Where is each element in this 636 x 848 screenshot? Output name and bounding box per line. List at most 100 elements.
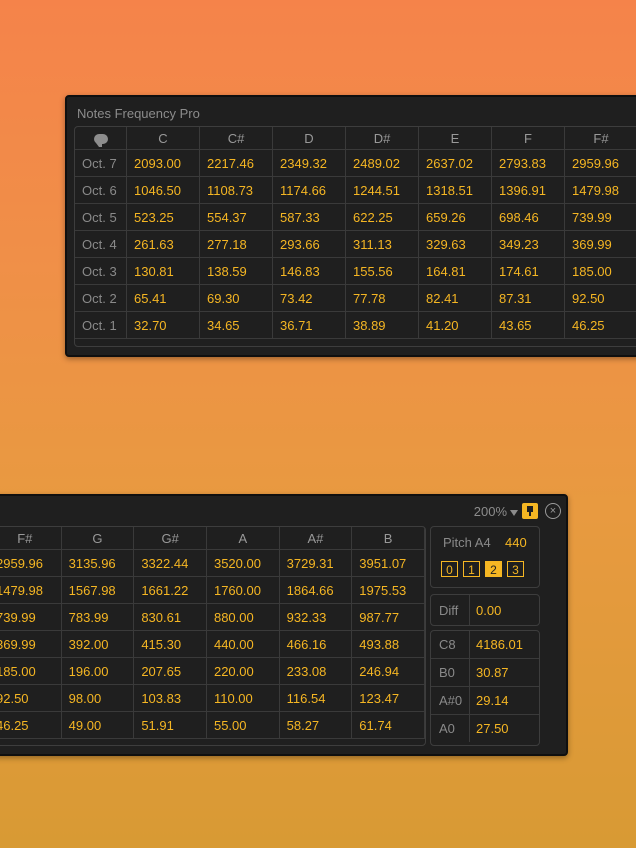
frequency-cell[interactable]: 32.70 — [126, 311, 200, 339]
frequency-cell[interactable]: 349.23 — [491, 230, 565, 258]
frequency-cell[interactable]: 123.47 — [351, 684, 425, 712]
pin-icon[interactable] — [522, 503, 538, 519]
octave-button-3[interactable]: 3 — [507, 561, 524, 577]
frequency-cell[interactable]: 246.94 — [351, 657, 425, 685]
frequency-cell[interactable]: 329.63 — [418, 230, 492, 258]
frequency-cell[interactable]: 1760.00 — [206, 576, 280, 604]
frequency-cell[interactable]: 3520.00 — [206, 549, 280, 577]
frequency-cell[interactable]: 1479.98 — [564, 176, 636, 204]
frequency-cell[interactable]: 523.25 — [126, 203, 200, 231]
frequency-cell[interactable]: 155.56 — [345, 257, 419, 285]
frequency-cell[interactable]: 2793.83 — [491, 149, 565, 177]
frequency-cell[interactable]: 220.00 — [206, 657, 280, 685]
frequency-cell[interactable]: 1174.66 — [272, 176, 346, 204]
frequency-cell[interactable]: 92.50 — [564, 284, 636, 312]
frequency-cell[interactable]: 369.99 — [564, 230, 636, 258]
frequency-cell[interactable]: 73.42 — [272, 284, 346, 312]
frequency-cell[interactable]: 3729.31 — [279, 549, 353, 577]
frequency-cell[interactable]: 77.78 — [345, 284, 419, 312]
frequency-cell[interactable]: 36.71 — [272, 311, 346, 339]
frequency-cell[interactable]: 207.65 — [133, 657, 207, 685]
frequency-cell[interactable]: 69.30 — [199, 284, 273, 312]
frequency-cell[interactable]: 466.16 — [279, 630, 353, 658]
frequency-cell[interactable]: 587.33 — [272, 203, 346, 231]
frequency-cell[interactable]: 65.41 — [126, 284, 200, 312]
zoom-dropdown[interactable]: 200% — [474, 504, 518, 519]
frequency-cell[interactable]: 622.25 — [345, 203, 419, 231]
frequency-cell[interactable]: 415.30 — [133, 630, 207, 658]
frequency-cell[interactable]: 3322.44 — [133, 549, 207, 577]
frequency-cell[interactable]: 932.33 — [279, 603, 353, 631]
frequency-cell[interactable]: 55.00 — [206, 711, 280, 739]
frequency-cell[interactable]: 830.61 — [133, 603, 207, 631]
frequency-cell[interactable]: 1108.73 — [199, 176, 273, 204]
frequency-cell[interactable]: 61.74 — [351, 711, 425, 739]
frequency-cell[interactable]: 3135.96 — [61, 549, 135, 577]
frequency-cell[interactable]: 440.00 — [206, 630, 280, 658]
frequency-cell[interactable]: 2093.00 — [126, 149, 200, 177]
frequency-cell[interactable]: 185.00 — [564, 257, 636, 285]
pitch-value-input[interactable]: 440 — [505, 535, 527, 550]
octave-button-1[interactable]: 1 — [463, 561, 480, 577]
frequency-cell[interactable]: 2217.46 — [199, 149, 273, 177]
frequency-cell[interactable]: 196.00 — [61, 657, 135, 685]
frequency-cell[interactable]: 49.00 — [61, 711, 135, 739]
frequency-cell[interactable]: 261.63 — [126, 230, 200, 258]
frequency-cell[interactable]: 38.89 — [345, 311, 419, 339]
frequency-cell[interactable]: 138.59 — [199, 257, 273, 285]
frequency-cell[interactable]: 1661.22 — [133, 576, 207, 604]
frequency-cell[interactable]: 783.99 — [61, 603, 135, 631]
frequency-cell[interactable]: 1046.50 — [126, 176, 200, 204]
frequency-cell[interactable]: 43.65 — [491, 311, 565, 339]
frequency-cell[interactable]: 130.81 — [126, 257, 200, 285]
frequency-cell[interactable]: 1479.98 — [0, 576, 62, 604]
frequency-cell[interactable]: 103.83 — [133, 684, 207, 712]
frequency-cell[interactable]: 92.50 — [0, 684, 62, 712]
frequency-cell[interactable]: 233.08 — [279, 657, 353, 685]
frequency-cell[interactable]: 46.25 — [564, 311, 636, 339]
frequency-cell[interactable]: 58.27 — [279, 711, 353, 739]
frequency-cell[interactable]: 2959.96 — [564, 149, 636, 177]
frequency-cell[interactable]: 82.41 — [418, 284, 492, 312]
frequency-cell[interactable]: 3951.07 — [351, 549, 425, 577]
frequency-cell[interactable]: 493.88 — [351, 630, 425, 658]
frequency-cell[interactable]: 34.65 — [199, 311, 273, 339]
frequency-cell[interactable]: 1567.98 — [61, 576, 135, 604]
frequency-cell[interactable]: 185.00 — [0, 657, 62, 685]
frequency-cell[interactable]: 174.61 — [491, 257, 565, 285]
frequency-cell[interactable]: 2349.32 — [272, 149, 346, 177]
frequency-cell[interactable]: 987.77 — [351, 603, 425, 631]
frequency-cell[interactable]: 293.66 — [272, 230, 346, 258]
comment-bubble-icon[interactable] — [75, 127, 127, 150]
frequency-cell[interactable]: 392.00 — [61, 630, 135, 658]
frequency-cell[interactable]: 1864.66 — [279, 576, 353, 604]
frequency-cell[interactable]: 369.99 — [0, 630, 62, 658]
frequency-cell[interactable]: 87.31 — [491, 284, 565, 312]
frequency-cell[interactable]: 698.46 — [491, 203, 565, 231]
frequency-cell[interactable]: 277.18 — [199, 230, 273, 258]
frequency-cell[interactable]: 46.25 — [0, 711, 62, 739]
frequency-cell[interactable]: 554.37 — [199, 203, 273, 231]
frequency-cell[interactable]: 116.54 — [279, 684, 353, 712]
frequency-cell[interactable]: 739.99 — [0, 603, 62, 631]
frequency-cell[interactable]: 2489.02 — [345, 149, 419, 177]
frequency-cell[interactable]: 1318.51 — [418, 176, 492, 204]
frequency-cell[interactable]: 1396.91 — [491, 176, 565, 204]
octave-button-2[interactable]: 2 — [485, 561, 502, 577]
frequency-cell[interactable]: 311.13 — [345, 230, 419, 258]
frequency-cell[interactable]: 110.00 — [206, 684, 280, 712]
frequency-cell[interactable]: 164.81 — [418, 257, 492, 285]
octave-button-0[interactable]: 0 — [441, 561, 458, 577]
frequency-cell[interactable]: 739.99 — [564, 203, 636, 231]
frequency-cell[interactable]: 41.20 — [418, 311, 492, 339]
frequency-cell[interactable]: 1975.53 — [351, 576, 425, 604]
frequency-cell[interactable]: 2959.96 — [0, 549, 62, 577]
frequency-cell[interactable]: 146.83 — [272, 257, 346, 285]
frequency-cell[interactable]: 1244.51 — [345, 176, 419, 204]
frequency-cell[interactable]: 2637.02 — [418, 149, 492, 177]
frequency-cell[interactable]: 880.00 — [206, 603, 280, 631]
frequency-cell[interactable]: 51.91 — [133, 711, 207, 739]
frequency-cell[interactable]: 659.26 — [418, 203, 492, 231]
frequency-cell[interactable]: 98.00 — [61, 684, 135, 712]
close-circle-icon[interactable]: × — [545, 503, 561, 519]
